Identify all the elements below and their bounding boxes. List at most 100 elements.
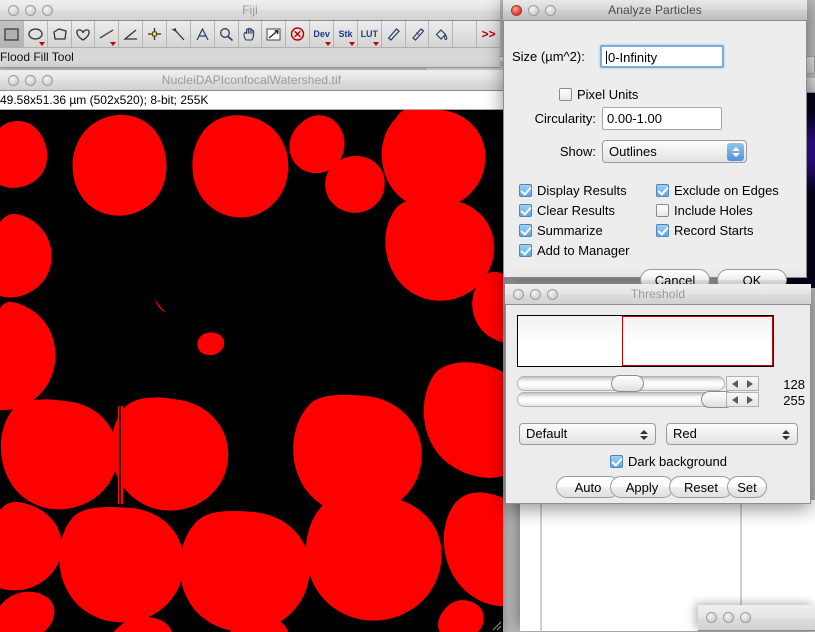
polygon-tool[interactable] xyxy=(47,21,72,47)
stop-tool[interactable] xyxy=(286,21,311,47)
brush-tool[interactable] xyxy=(405,21,430,47)
set-button[interactable]: Set xyxy=(727,476,767,498)
analyze-particles-titlebar[interactable]: Analyze Particles xyxy=(503,0,807,21)
angle-tool[interactable] xyxy=(119,21,144,47)
zoom-icon[interactable] xyxy=(42,4,53,16)
blank-tool[interactable] xyxy=(453,21,478,47)
analyze-particles-window-controls[interactable] xyxy=(511,4,556,16)
include-holes-row[interactable]: Include Holes xyxy=(656,202,779,219)
bottom-right-titlebar[interactable] xyxy=(698,605,815,631)
circularity-input[interactable]: 0.00-1.00 xyxy=(602,107,722,130)
lut-tool-label: LUT xyxy=(360,28,379,39)
circularity-label: Circularity: xyxy=(534,111,596,126)
freehand-tool[interactable] xyxy=(71,21,96,47)
chevron-down-icon[interactable] xyxy=(372,42,379,46)
point-tool[interactable] xyxy=(143,21,168,47)
close-icon[interactable] xyxy=(8,74,19,86)
dev-tool[interactable]: Dev xyxy=(310,21,335,47)
analyze-particles-dialog[interactable]: Analyze Particles Size (µm^2): 0-Infinit… xyxy=(503,0,807,291)
min-threshold-value: 128 xyxy=(783,377,805,392)
pencil-tool[interactable] xyxy=(381,21,406,47)
close-icon[interactable] xyxy=(8,4,19,16)
threshold-method-dropdown[interactable]: Default xyxy=(519,423,656,445)
add-to-manager-row[interactable]: Add to Manager xyxy=(519,242,630,259)
max-threshold-slider[interactable] xyxy=(517,391,759,408)
chevron-down-icon[interactable] xyxy=(110,42,117,46)
pixel-units-checkbox-row[interactable]: Pixel Units xyxy=(559,86,638,103)
fiji-window-controls[interactable] xyxy=(8,4,53,16)
summarize-checkbox[interactable] xyxy=(519,224,532,237)
pixel-units-checkbox[interactable] xyxy=(559,88,572,101)
image-window[interactable]: NucleiDAPIconfocalWatershed.tif 49.58x51… xyxy=(0,70,503,632)
exclude-on-edges-checkbox[interactable] xyxy=(656,184,669,197)
min-slider-steppers[interactable] xyxy=(726,376,759,391)
minimize-icon[interactable] xyxy=(25,4,36,16)
display-results-checkbox[interactable] xyxy=(519,184,532,197)
minimize-icon[interactable] xyxy=(528,4,539,16)
max-threshold-value: 255 xyxy=(783,393,805,408)
threshold-lut-dropdown[interactable]: Red xyxy=(666,423,798,445)
threshold-histogram[interactable] xyxy=(517,315,774,367)
chevron-updown-icon[interactable] xyxy=(778,426,794,443)
magnifier-tool[interactable] xyxy=(214,21,239,47)
min-slider-knob[interactable] xyxy=(611,375,644,392)
dropper-tool[interactable] xyxy=(262,21,287,47)
clear-results-label: Clear Results xyxy=(537,203,616,218)
more-tools[interactable]: >> xyxy=(477,21,501,47)
minimize-icon[interactable] xyxy=(723,612,734,623)
size-input[interactable]: 0-Infinity xyxy=(600,45,724,68)
min-threshold-slider[interactable] xyxy=(517,375,759,392)
threshold-titlebar[interactable]: Threshold xyxy=(505,284,811,305)
zoom-icon[interactable] xyxy=(42,74,53,86)
chevron-down-icon[interactable] xyxy=(38,42,45,46)
oval-tool[interactable] xyxy=(23,21,48,47)
image-canvas[interactable] xyxy=(0,110,503,632)
close-icon[interactable] xyxy=(511,4,522,16)
image-window-controls[interactable] xyxy=(8,74,53,86)
include-holes-checkbox[interactable] xyxy=(656,204,669,217)
line-tool[interactable] xyxy=(95,21,120,47)
bottom-right-window[interactable] xyxy=(698,605,815,631)
wand-tool[interactable] xyxy=(167,21,191,47)
apply-button[interactable]: Apply xyxy=(610,476,674,498)
minimize-icon[interactable] xyxy=(530,288,541,300)
max-slider-track[interactable] xyxy=(517,392,725,407)
flood-fill-tool[interactable] xyxy=(429,21,454,47)
image-window-titlebar[interactable]: NucleiDAPIconfocalWatershed.tif xyxy=(0,70,503,91)
bottom-right-window-controls[interactable] xyxy=(706,612,751,623)
fiji-main-window[interactable]: Fiji Dev Stk LUT >> Flood Fill Tool xyxy=(0,0,501,68)
fiji-toolbar[interactable]: Dev Stk LUT >> xyxy=(0,21,501,48)
chevron-down-icon[interactable] xyxy=(325,42,332,46)
threshold-window-controls[interactable] xyxy=(513,288,558,300)
stk-tool[interactable]: Stk xyxy=(334,21,358,47)
zoom-icon[interactable] xyxy=(740,612,751,623)
chevron-updown-icon[interactable] xyxy=(636,426,652,443)
record-starts-row[interactable]: Record Starts xyxy=(656,222,779,239)
dark-background-row[interactable]: Dark background xyxy=(610,453,727,470)
clear-results-row[interactable]: Clear Results xyxy=(519,202,630,219)
show-dropdown[interactable]: Outlines xyxy=(602,140,747,163)
chevron-updown-icon[interactable] xyxy=(727,143,744,161)
fiji-titlebar[interactable]: Fiji xyxy=(0,0,500,21)
close-icon[interactable] xyxy=(706,612,717,623)
add-to-manager-checkbox[interactable] xyxy=(519,244,532,257)
reset-button[interactable]: Reset xyxy=(669,476,733,498)
resize-grip-icon[interactable] xyxy=(489,618,502,631)
text-tool[interactable] xyxy=(190,21,215,47)
minimize-icon[interactable] xyxy=(25,74,36,86)
rectangle-tool[interactable] xyxy=(0,21,24,47)
summarize-row[interactable]: Summarize xyxy=(519,222,630,239)
threshold-dialog[interactable]: Threshold 128 255 Default Red Dark backg… xyxy=(505,284,811,504)
hand-tool[interactable] xyxy=(238,21,263,47)
zoom-icon[interactable] xyxy=(545,4,556,16)
close-icon[interactable] xyxy=(513,288,524,300)
dark-background-checkbox[interactable] xyxy=(610,455,623,468)
lut-tool[interactable]: LUT xyxy=(357,21,382,47)
display-results-row[interactable]: Display Results xyxy=(519,182,630,199)
zoom-icon[interactable] xyxy=(547,288,558,300)
record-starts-checkbox[interactable] xyxy=(656,224,669,237)
chevron-down-icon[interactable] xyxy=(348,42,355,46)
clear-results-checkbox[interactable] xyxy=(519,204,532,217)
exclude-on-edges-row[interactable]: Exclude on Edges xyxy=(656,182,779,199)
max-slider-steppers[interactable] xyxy=(726,392,759,407)
